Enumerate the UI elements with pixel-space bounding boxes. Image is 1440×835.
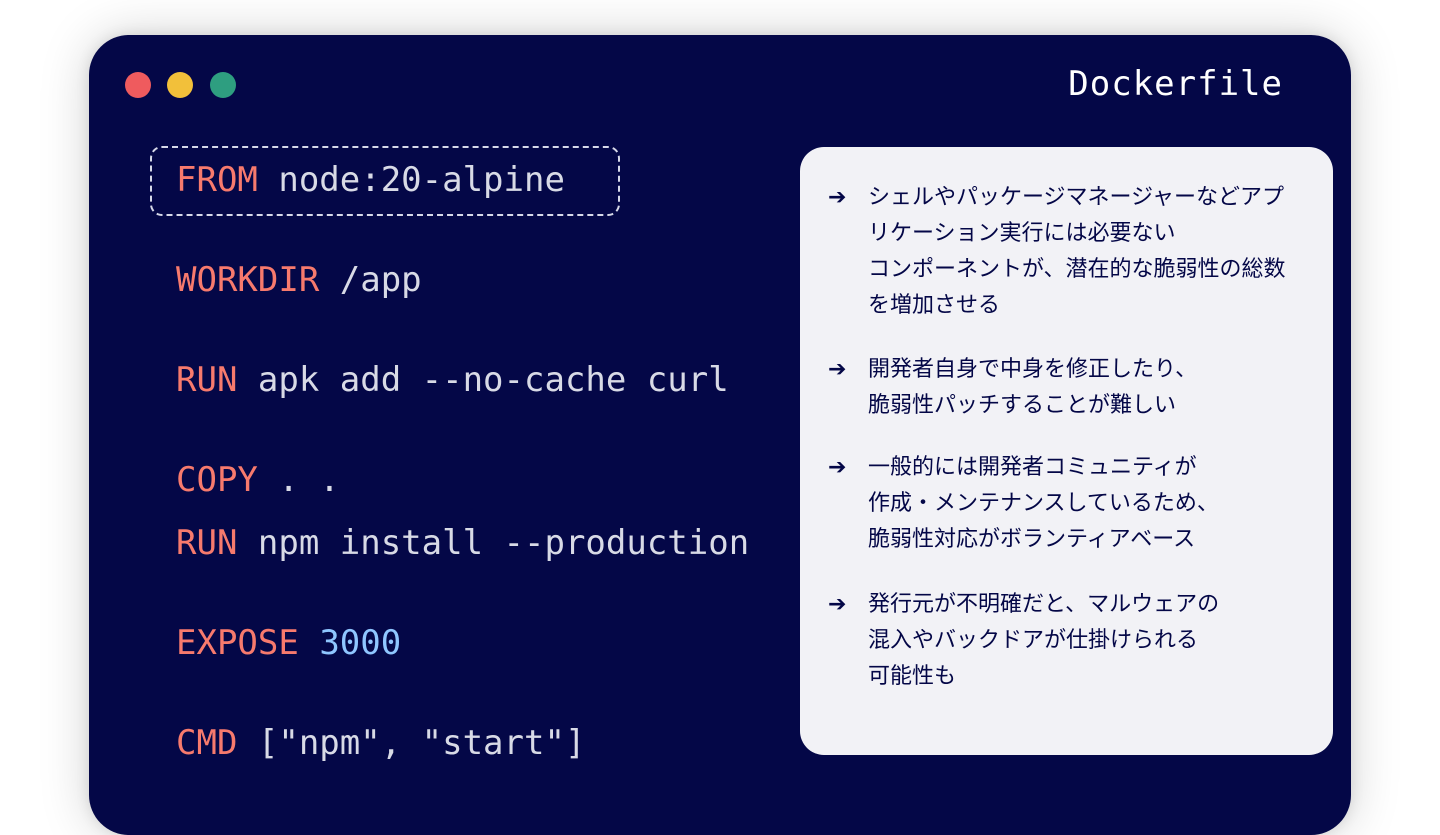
arrow-right-icon: ➔ [828,455,847,480]
note-text: 発行元が不明確だと、マルウェアの 混入やバックドアが仕掛けられる 可能性も [868,592,1220,689]
code-text: apk add --no-cache curl [237,360,729,400]
note-item: ➔ シェルやパッケージマネージャーなどアプ リケーション実行には必要ない コンポ… [828,180,1328,324]
code-line-run-apk: RUN apk add --no-cache curl [176,358,729,402]
code-line-cmd: CMD ["npm", "start"] [176,721,585,765]
close-window-button[interactable] [125,72,151,98]
code-keyword: RUN [176,523,238,563]
code-line-from: FROM node:20-alpine [176,158,565,202]
note-text: 開発者自身で中身を修正したり、 脆弱性パッチすることが難しい [868,357,1198,418]
minimize-window-button[interactable] [167,72,193,98]
note-item: ➔ 開発者自身で中身を修正したり、 脆弱性パッチすることが難しい [828,352,1328,424]
maximize-window-button[interactable] [210,72,236,98]
code-text: ["npm", "start"] [237,723,586,763]
code-text: npm install --production [237,523,750,563]
note-item: ➔ 一般的には開発者コミュニティが 作成・メンテナンスしているため、 脆弱性対応… [828,450,1328,558]
arrow-right-icon: ➔ [828,357,847,382]
code-keyword: COPY [176,460,258,500]
code-number: 3000 [319,623,402,663]
code-text: node:20-alpine [257,160,565,200]
window-title: Dockerfile [1068,64,1283,104]
code-keyword: EXPOSE [176,623,299,663]
note-text: シェルやパッケージマネージャーなどアプ リケーション実行には必要ない コンポーネ… [868,185,1286,318]
code-text: /app [319,260,422,300]
code-line-run-npm: RUN npm install --production [176,521,749,565]
arrow-right-icon: ➔ [828,592,847,617]
note-item: ➔ 発行元が不明確だと、マルウェアの 混入やバックドアが仕掛けられる 可能性も [828,587,1328,695]
code-line-workdir: WORKDIR /app [176,258,422,302]
code-line-expose: EXPOSE 3000 [176,621,401,665]
code-text: . . [257,460,340,500]
note-text: 一般的には開発者コミュニティが 作成・メンテナンスしているため、 脆弱性対応がボ… [868,455,1219,552]
code-keyword: WORKDIR [176,260,320,300]
code-keyword: FROM [176,160,258,200]
arrow-right-icon: ➔ [828,185,847,210]
code-keyword: CMD [176,723,238,763]
code-line-copy: COPY . . [176,458,340,502]
code-keyword: RUN [176,360,238,400]
